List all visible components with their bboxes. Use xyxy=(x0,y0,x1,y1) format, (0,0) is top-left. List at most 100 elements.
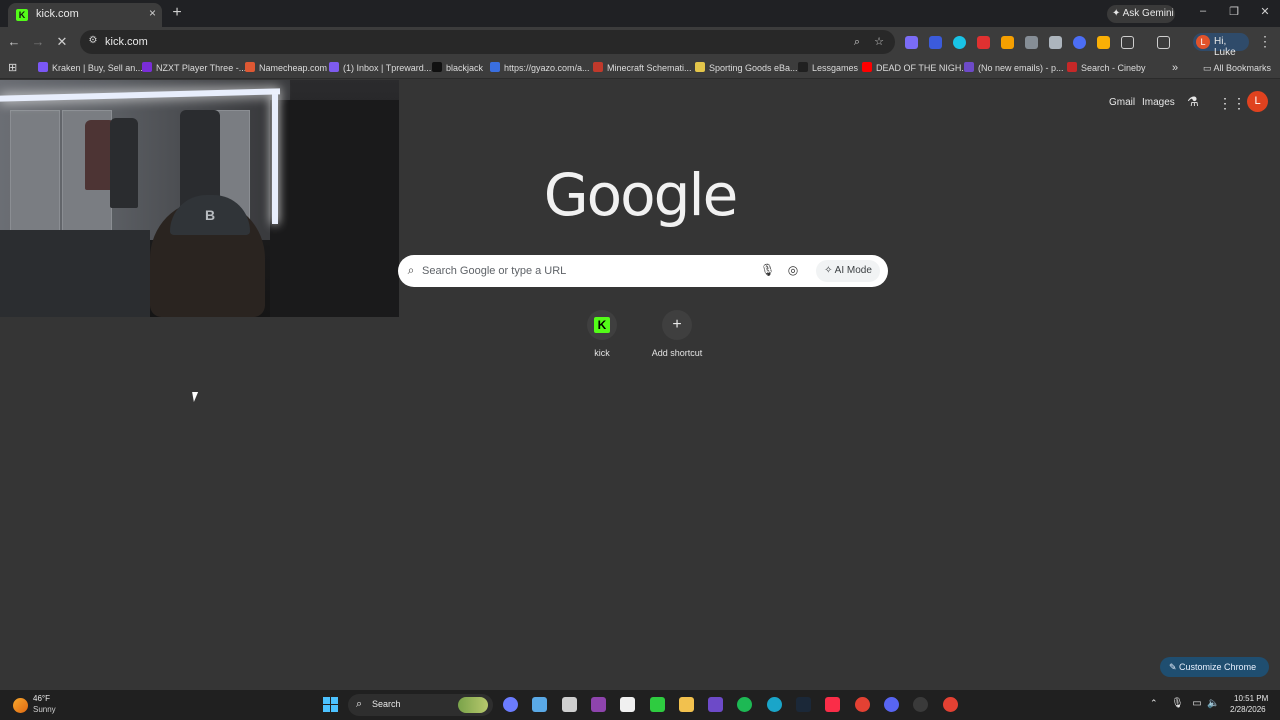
bookmark-item[interactable]: Namecheap.com xyxy=(245,61,327,75)
profile-button[interactable]: L Hi, Luke xyxy=(1193,33,1249,58)
microphone-icon[interactable]: 🎙 xyxy=(1171,698,1184,710)
bookmark-item[interactable]: (No new emails) - p... xyxy=(964,61,1064,75)
extensions-puzzle-icon[interactable] xyxy=(1121,36,1134,49)
extension-icon[interactable] xyxy=(977,36,990,49)
xbox-icon[interactable] xyxy=(649,697,665,712)
google-apps-icon[interactable]: ⋮⋮ xyxy=(1218,95,1246,111)
bookmark-favicon-icon xyxy=(593,62,603,72)
account-avatar[interactable]: L xyxy=(1247,91,1268,112)
address-bar[interactable]: ⚙ kick.com ⌕ ☆ xyxy=(80,30,895,54)
customize-chrome-button[interactable]: ✎ Customize Chrome xyxy=(1160,657,1269,677)
weather-sun-icon[interactable] xyxy=(13,698,28,713)
weather-temperature[interactable]: 46°F xyxy=(33,694,50,703)
bookmark-label: https://gyazo.com/a... xyxy=(504,63,590,73)
bookmark-label: DEAD OF THE NIGH... xyxy=(876,63,969,73)
music-icon[interactable] xyxy=(825,697,841,712)
network-icon[interactable]: ▭ xyxy=(1191,698,1203,710)
back-button[interactable]: ← xyxy=(5,33,23,51)
cloud-icon[interactable] xyxy=(532,697,548,712)
game-icon[interactable] xyxy=(590,697,606,712)
bookmark-item[interactable]: DEAD OF THE NIGH... xyxy=(862,61,969,75)
bookmark-star-icon[interactable]: ☆ xyxy=(872,35,886,49)
search-input[interactable] xyxy=(422,260,752,282)
document-icon[interactable] xyxy=(620,697,636,712)
bookmark-label: Lessgames xyxy=(812,63,859,73)
extension-icon[interactable] xyxy=(1049,36,1062,49)
bookmark-label: (No new emails) - p... xyxy=(978,63,1064,73)
bookmarks-overflow-icon[interactable]: » xyxy=(1172,61,1178,75)
discord-icon[interactable] xyxy=(883,697,899,712)
spotify-icon[interactable] xyxy=(737,697,753,712)
bookmark-item[interactable]: Lessgames xyxy=(798,61,858,75)
weather-description[interactable]: Sunny xyxy=(33,705,56,714)
extension-icon[interactable] xyxy=(1001,36,1014,49)
search-icon: ⌕ xyxy=(356,698,363,710)
chrome-icon[interactable] xyxy=(854,697,870,712)
extension-icon[interactable] xyxy=(1025,36,1038,49)
app-icon[interactable] xyxy=(561,697,577,712)
clock-date[interactable]: 2/28/2026 xyxy=(1230,705,1266,714)
chrome-menu-icon[interactable]: ⋮ xyxy=(1258,33,1272,51)
minimize-button[interactable]: – xyxy=(1193,5,1213,21)
shortcut-kick[interactable]: K kick xyxy=(567,310,637,366)
all-bookmarks-label: All Bookmarks xyxy=(1213,63,1272,73)
webcam-shelf xyxy=(270,100,399,317)
bookmark-item[interactable]: Search - Cineby xyxy=(1067,61,1146,75)
bookmark-item[interactable]: Minecraft Schemati... xyxy=(593,61,692,75)
tab-close-icon[interactable]: × xyxy=(149,6,156,20)
restore-button[interactable]: ❐ xyxy=(1224,5,1244,21)
bookmark-label: (1) Inbox | Tpreward... xyxy=(343,63,432,73)
extension-icon[interactable] xyxy=(929,36,942,49)
microphone-icon[interactable]: 🎙 xyxy=(760,263,775,279)
bookmark-item[interactable]: https://gyazo.com/a... xyxy=(490,61,590,75)
bookmark-label: blackjack xyxy=(446,63,484,73)
extension-icon[interactable] xyxy=(953,36,966,49)
tab-kick[interactable]: K kick.com × xyxy=(8,3,162,27)
images-link[interactable]: Images xyxy=(1142,97,1175,108)
site-info-icon[interactable]: ⚙ xyxy=(86,35,100,49)
new-tab-button[interactable]: + xyxy=(168,4,186,22)
all-bookmarks-button[interactable]: ▭ All Bookmarks xyxy=(1203,61,1271,75)
obs-icon[interactable] xyxy=(913,697,929,712)
apps-grid-icon[interactable]: ⊞ xyxy=(8,61,17,75)
shortcut-tile: K xyxy=(587,310,617,340)
volume-icon[interactable]: 🔈 xyxy=(1207,698,1219,710)
bookmark-item[interactable]: NZXT Player Three -... xyxy=(142,61,246,75)
close-window-button[interactable]: ✕ xyxy=(1255,5,1275,21)
taskbar-search[interactable]: ⌕ Search xyxy=(348,694,493,716)
gmail-link[interactable]: Gmail xyxy=(1109,97,1135,108)
bookmark-favicon-icon xyxy=(142,62,152,72)
clock-time[interactable]: 10:51 PM xyxy=(1234,694,1268,703)
tab-strip: K kick.com × + ✦ Ask Gemini – ❐ ✕ xyxy=(0,0,1280,27)
labs-flask-icon[interactable]: ⚗ xyxy=(1186,94,1200,110)
extension-icon[interactable] xyxy=(1097,36,1110,49)
search-box[interactable]: ⌕ 🎙 ◎ ✧ AI Mode xyxy=(398,255,888,287)
tab-search-icon[interactable] xyxy=(1157,36,1170,49)
bookmark-favicon-icon xyxy=(38,62,48,72)
bookmark-item[interactable]: blackjack xyxy=(432,61,483,75)
bookmark-item[interactable]: (1) Inbox | Tpreward... xyxy=(329,61,431,75)
stop-loading-button[interactable]: ✕ xyxy=(53,33,71,51)
extension-icon[interactable] xyxy=(1073,36,1086,49)
chrome-profile-icon[interactable] xyxy=(942,697,958,712)
tray-overflow-icon[interactable]: ⌃ xyxy=(1150,698,1158,709)
zoom-icon[interactable]: ⌕ xyxy=(850,35,864,49)
webcam-couch xyxy=(0,230,150,317)
ai-mode-button[interactable]: ✧ AI Mode xyxy=(816,260,880,282)
ask-gemini-button[interactable]: ✦ Ask Gemini xyxy=(1107,5,1175,23)
steam-icon[interactable] xyxy=(796,697,811,712)
folder-icon[interactable] xyxy=(678,697,694,712)
windows-start-icon[interactable] xyxy=(323,697,338,712)
edge-icon[interactable] xyxy=(766,697,782,712)
google-lens-icon[interactable]: ◎ xyxy=(786,263,800,279)
bookmark-item[interactable]: Kraken | Buy, Sell an... xyxy=(38,61,143,75)
address-url[interactable]: kick.com xyxy=(105,36,148,48)
tab-title: kick.com xyxy=(36,8,79,20)
copilot-icon[interactable] xyxy=(503,697,518,712)
proton-icon[interactable] xyxy=(708,697,724,712)
bookmark-item[interactable]: Sporting Goods eBa... xyxy=(695,61,798,75)
forward-button[interactable]: → xyxy=(29,33,47,51)
extension-icon[interactable] xyxy=(905,36,918,49)
bookmark-label: Sporting Goods eBa... xyxy=(709,63,798,73)
shortcut-add[interactable]: + Add shortcut xyxy=(642,310,712,366)
